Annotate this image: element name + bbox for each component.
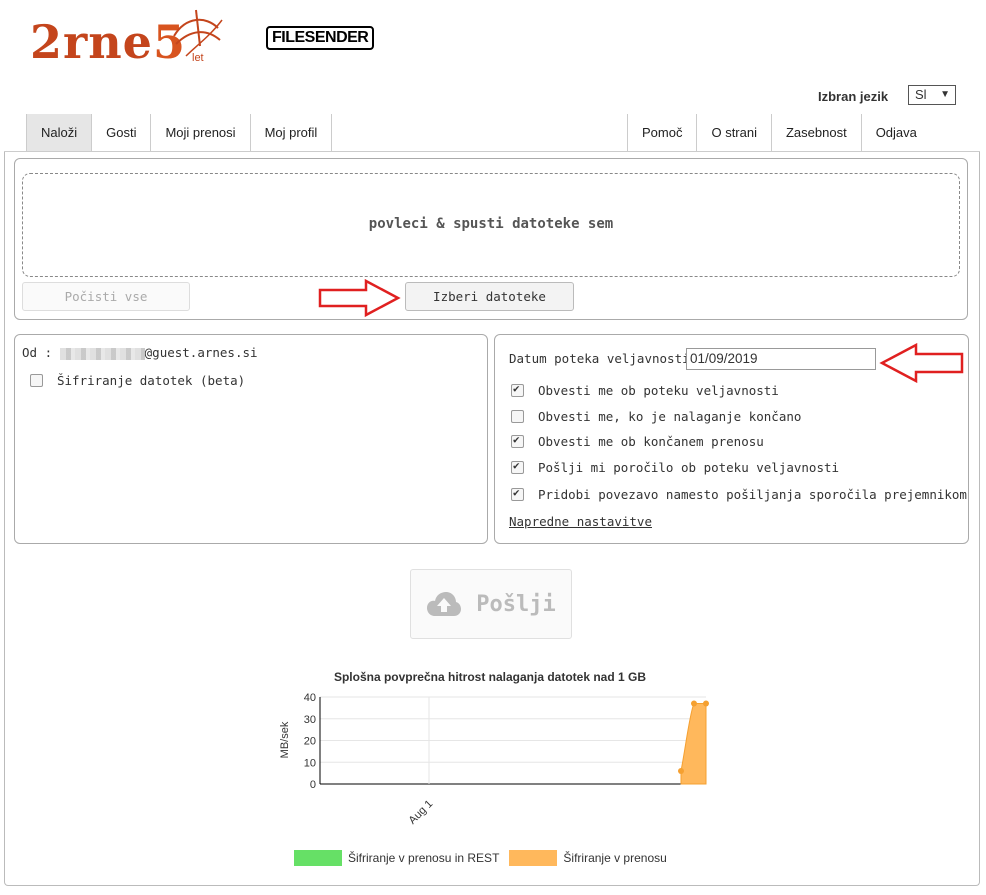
chart-legend: Šifriranje v prenosu in REST Šifriranje … xyxy=(294,850,667,866)
tab-upload[interactable]: Naloži xyxy=(26,114,93,152)
expiry-date-input[interactable]: 01/09/2019 xyxy=(686,348,876,370)
series-point xyxy=(703,700,709,707)
option-row-expiry-notify[interactable]: Obvesti me ob poteku veljavnosti xyxy=(511,382,779,398)
redacted-email xyxy=(59,347,145,360)
clear-all-button[interactable]: Počisti vse xyxy=(22,282,190,311)
dropdown-arrow-icon: ▼ xyxy=(940,89,950,100)
from-email-suffix: @guest.arnes.si xyxy=(144,345,258,360)
main-nav-left: Naloži Gosti Moji prenosi Moj profil xyxy=(26,114,333,152)
option-label: Pošlji mi poročilo ob poteku veljavnosti xyxy=(538,460,840,475)
encrypt-checkbox[interactable] xyxy=(30,374,43,387)
series-point xyxy=(691,700,697,707)
language-value: Sl xyxy=(915,87,927,102)
legend-label: Šifriranje v prenosu in REST xyxy=(348,851,500,865)
y-tick-label: 30 xyxy=(304,714,316,726)
option-checkbox[interactable] xyxy=(511,382,524,397)
tab-my-transfers[interactable]: Moji prenosi xyxy=(151,114,251,152)
tab-guests[interactable]: Gosti xyxy=(92,114,152,152)
y-tick-label: 10 xyxy=(304,757,316,769)
tab-help[interactable]: Pomoč xyxy=(627,114,698,152)
legend-swatch-orange xyxy=(509,850,558,866)
option-checkbox[interactable] xyxy=(511,433,524,448)
tab-my-profile[interactable]: Moj profil xyxy=(250,114,333,152)
legend-swatch-green xyxy=(294,850,342,866)
sender-panel xyxy=(14,334,488,544)
from-label: Od : xyxy=(22,345,53,360)
red-arrow-right-icon xyxy=(318,278,401,318)
tab-privacy[interactable]: Zasebnost xyxy=(771,114,862,152)
advanced-settings-link[interactable]: Napredne nastavitve xyxy=(509,514,652,529)
y-tick-label: 40 xyxy=(304,692,316,704)
option-row-expiry-report[interactable]: Pošlji mi poročilo ob poteku veljavnosti xyxy=(511,459,840,475)
encrypt-label: Šifriranje datotek (beta) xyxy=(57,373,246,388)
chart-title: Splošna povprečna hitrost nalaganja dato… xyxy=(333,670,647,684)
red-arrow-left-icon xyxy=(879,343,964,383)
option-row-get-link[interactable]: Pridobi povezavo namesto pošiljanja spor… xyxy=(511,486,967,502)
expiry-label: Datum poteka veljavnosti: xyxy=(509,351,698,366)
send-button[interactable]: Pošlji xyxy=(410,569,572,639)
option-checkbox[interactable] xyxy=(511,410,524,423)
series-area-orange xyxy=(680,703,707,785)
drop-zone-text: povleci & spusti datoteke sem xyxy=(368,216,614,232)
option-label: Obvesti me ob poteku veljavnosti xyxy=(538,383,779,398)
tab-about[interactable]: O strani xyxy=(697,114,772,152)
nav-divider xyxy=(4,151,980,152)
y-tick-label: 0 xyxy=(310,779,316,791)
arnes-logo-suffix: let xyxy=(192,52,204,64)
option-checkbox[interactable] xyxy=(511,486,524,501)
option-row-download-complete[interactable]: Obvesti me ob končanem prenosu xyxy=(511,433,764,449)
send-label: Pošlji xyxy=(476,591,556,617)
encrypt-option[interactable]: Šifriranje datotek (beta) xyxy=(30,373,245,388)
filesender-logo: FILESENDER xyxy=(266,26,375,50)
x-tick-label: Aug 1 xyxy=(407,798,436,827)
option-checkbox[interactable] xyxy=(511,459,524,474)
option-row-upload-complete[interactable]: Obvesti me, ko je nalaganje končano xyxy=(511,409,801,424)
series-point xyxy=(678,767,684,774)
option-label: Pridobi povezavo namesto pošiljanja spor… xyxy=(538,487,967,502)
cloud-upload-icon xyxy=(427,592,462,616)
upload-speed-chart: 0 10 20 30 40 Aug 1 MB/sek xyxy=(279,692,709,827)
arnes-logo-text: 2rne xyxy=(30,15,153,69)
main-nav-right: Pomoč O strani Zasebnost Odjava xyxy=(627,114,931,152)
language-select[interactable]: Sl ▼ xyxy=(908,85,956,105)
select-files-button[interactable]: Izberi datoteke xyxy=(405,282,574,311)
option-label: Obvesti me, ko je nalaganje končano xyxy=(538,409,802,424)
language-label: Izbran jezik xyxy=(818,89,889,104)
y-tick-label: 20 xyxy=(304,736,316,748)
from-line: Od : @guest.arnes.si xyxy=(22,345,258,360)
y-axis-label: MB/sek xyxy=(279,721,291,758)
legend-label: Šifriranje v prenosu xyxy=(563,851,667,865)
arnes-logo: 2rne5 xyxy=(30,12,186,72)
tab-logout[interactable]: Odjava xyxy=(861,114,931,152)
option-label: Obvesti me ob končanem prenosu xyxy=(538,434,764,449)
